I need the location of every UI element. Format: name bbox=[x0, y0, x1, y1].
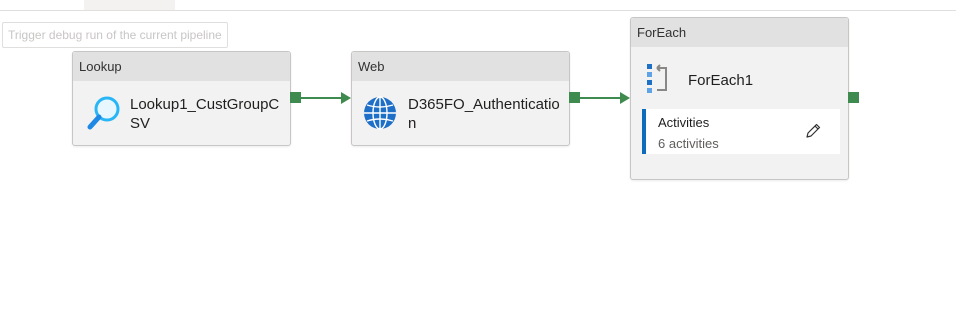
lookup-output-port[interactable] bbox=[290, 92, 301, 103]
foreach-activity-type: ForEach bbox=[631, 18, 848, 47]
web-to-foreach-arrowhead bbox=[620, 92, 630, 104]
lookup-activity-name: Lookup1_CustGroupCSV bbox=[130, 96, 280, 132]
inner-activities-count: 6 activities bbox=[658, 136, 719, 151]
search-icon bbox=[87, 96, 120, 130]
web-output-port[interactable] bbox=[569, 92, 580, 103]
web-activity[interactable]: Web D365FO_Authentication bbox=[351, 51, 570, 146]
lookup-to-web-arrowhead bbox=[341, 92, 351, 104]
web-activity-name: D365FO_Authentication bbox=[408, 96, 560, 132]
foreach-inner-activities[interactable]: Activities 6 activities bbox=[642, 109, 840, 154]
foreach-icon bbox=[647, 64, 667, 93]
foreach-activity[interactable]: ForEach ForEach1 Activities 6 activities bbox=[630, 17, 849, 180]
top-tab[interactable] bbox=[84, 0, 175, 10]
globe-icon bbox=[364, 96, 396, 130]
pencil-icon[interactable] bbox=[804, 122, 822, 140]
lookup-activity-type: Lookup bbox=[73, 52, 290, 81]
web-activity-type: Web bbox=[352, 52, 569, 81]
lookup-to-web-connector bbox=[301, 97, 341, 99]
web-to-foreach-connector bbox=[580, 97, 620, 99]
foreach-activity-name: ForEach1 bbox=[688, 72, 754, 89]
inner-activities-title: Activities bbox=[658, 115, 710, 130]
lookup-activity[interactable]: Lookup Lookup1_CustGroupCSV bbox=[72, 51, 291, 146]
foreach-output-port[interactable] bbox=[848, 92, 859, 103]
debug-tooltip: Trigger debug run of the current pipelin… bbox=[2, 22, 228, 48]
